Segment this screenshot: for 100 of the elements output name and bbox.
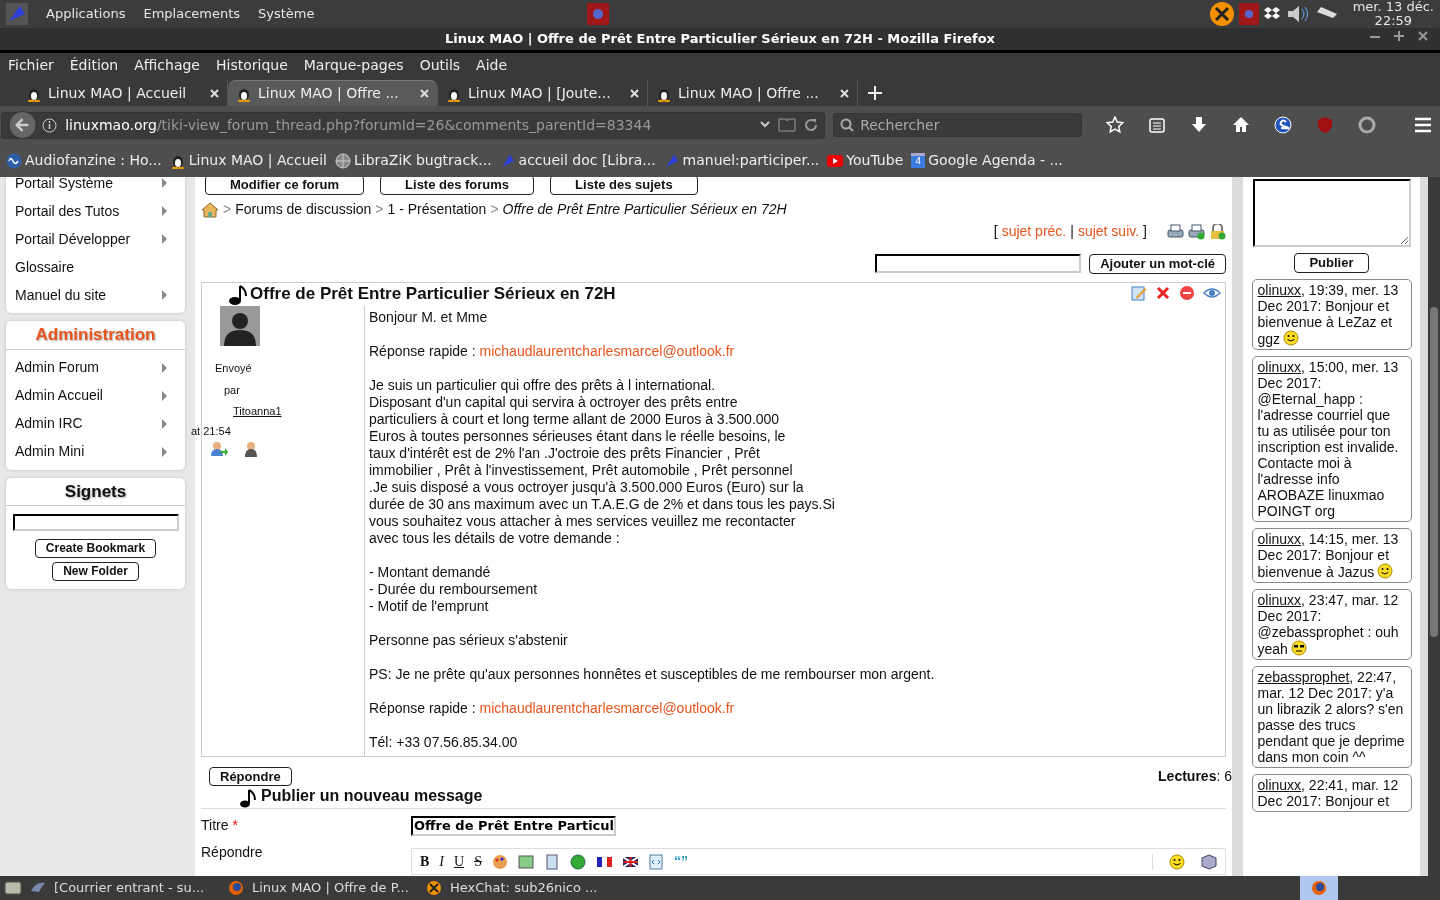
new-tab-icon[interactable] (868, 86, 882, 100)
shout-field[interactable] (1252, 179, 1411, 247)
sidebar-menu-item[interactable]: Manuel du site (6, 281, 185, 309)
forum-button[interactable]: Liste des forums (380, 177, 535, 195)
bookmark-item[interactable]: accueil doc [Libra... (499, 150, 656, 171)
search-field[interactable]: Rechercher (833, 113, 1082, 137)
author-link[interactable]: Titoanna1 (233, 403, 282, 420)
sidebar-menu-item[interactable]: Admin Forum (6, 353, 185, 382)
scrollbar[interactable] (1428, 177, 1440, 876)
ring-icon[interactable] (1358, 116, 1376, 134)
lock-add-icon[interactable] (1209, 223, 1226, 240)
link-separator: | (1070, 222, 1074, 241)
forum-button[interactable]: Liste des sujets (550, 177, 698, 195)
globe-icon (334, 152, 351, 169)
taskbar-launcher[interactable] (1300, 876, 1338, 900)
cube-icon[interactable] (1201, 853, 1217, 870)
palette-icon[interactable] (491, 853, 508, 870)
eye-icon[interactable] (1203, 285, 1221, 301)
bookmark-item[interactable]: Linux MAO | Accueil (169, 150, 327, 171)
printer-icon[interactable] (1167, 223, 1184, 240)
bookmark-item[interactable]: LibraZiK bugtrack... (334, 150, 492, 171)
printer-add-icon[interactable] (1188, 223, 1205, 240)
message-paragraph: Personne pas sérieux s'abstenir (369, 632, 569, 649)
email-link[interactable]: michaudlaurentcharlesmarcel@outlook.fr (479, 343, 735, 359)
user-arrow-icon[interactable] (210, 441, 228, 457)
back-icon[interactable] (8, 110, 38, 140)
s-logo-icon[interactable] (1274, 116, 1292, 134)
message-paragraph: Tél: +33 07.56.85.34.00 (369, 734, 519, 751)
menu-item[interactable]: Outils (419, 55, 461, 76)
delete-icon[interactable] (1155, 285, 1171, 301)
sidebar-menu-item[interactable]: Admin Accueil (6, 381, 185, 410)
format-button[interactable]: S (474, 851, 482, 872)
document-link-icon[interactable] (543, 853, 560, 870)
sidebar-menu-item[interactable]: Admin IRC (6, 409, 185, 438)
format-button[interactable]: B (420, 851, 430, 872)
panel-menu[interactable]: Emplacements (143, 4, 241, 24)
taskbar-item[interactable]: Linux MAO | Offre de P... (228, 878, 418, 898)
maximize-icon[interactable] (1394, 30, 1404, 42)
menu-item[interactable]: Édition (69, 55, 119, 76)
menu-icon[interactable] (1414, 117, 1432, 133)
bookmark-button[interactable]: New Folder (52, 562, 139, 581)
menu-item[interactable]: Aide (476, 55, 508, 76)
format-button[interactable]: U (454, 851, 465, 872)
breadcrumb-separator: > (490, 200, 499, 219)
image-icon[interactable] (517, 853, 534, 870)
menu-item[interactable]: Fichier (8, 55, 54, 76)
bookmark-item[interactable]: Audiofanzine : Ho... (6, 150, 162, 171)
globe-link-icon[interactable] (569, 853, 586, 870)
bookmark-name-field[interactable] (12, 514, 179, 531)
browser-tab[interactable]: Linux MAO | Offre ... (228, 80, 438, 106)
menu-item[interactable]: Marque-pages (303, 55, 404, 76)
sidebar-menu-item[interactable]: Portail Système (6, 177, 185, 197)
forum-button[interactable]: Modifier ce forum (205, 177, 365, 195)
home-icon[interactable] (201, 201, 219, 218)
address-field[interactable]: linuxmao.org/tiki-view_forum_thread.php?forumId=26&comments_parentId=83344 (1, 111, 826, 139)
format-button[interactable]: I (439, 851, 444, 872)
panel-menu[interactable]: Applications (46, 4, 126, 24)
code-icon[interactable] (647, 853, 664, 870)
bookmark-button[interactable]: Create Bookmark (34, 539, 157, 558)
sidebar-menu-item[interactable]: Portail des Tutos (6, 197, 185, 225)
download-icon[interactable] (1190, 116, 1208, 134)
keyword-field[interactable] (875, 254, 1082, 273)
smiley-icon[interactable] (1169, 853, 1185, 870)
breadcrumb-link[interactable]: 1 - Présentation (387, 199, 487, 220)
reader-view-icon[interactable] (778, 118, 797, 132)
add-keyword-button[interactable]: Ajouter un mot-clé (1089, 254, 1226, 274)
show-desktop-icon[interactable] (4, 881, 22, 895)
panel-menu[interactable]: Système (258, 4, 315, 24)
taskbar-item[interactable]: [Courrier entrant - su... (30, 878, 220, 898)
taskbar-item[interactable]: HexChat: sub26nico ... (426, 878, 616, 898)
dropdown-icon[interactable] (760, 121, 771, 129)
title-field[interactable]: Offre de Prêt Entre Particul (411, 815, 616, 836)
reply-button[interactable]: Répondre (209, 767, 292, 786)
bookmark-item[interactable]: 4 Google Agenda - ... (911, 150, 1063, 171)
email-link[interactable]: michaudlaurentcharlesmarcel@outlook.fr (479, 700, 735, 716)
topic-nav-link[interactable]: sujet suiv. (1077, 221, 1140, 242)
breadcrumb-current: Offre de Prêt Entre Particulier Sérieux en 72H (502, 200, 787, 219)
panel-clock[interactable]: mer. 13 déc. 22:59 (1352, 0, 1434, 28)
topic-nav-link[interactable]: sujet préc. (1001, 221, 1067, 242)
bookmark-star-icon[interactable] (1106, 116, 1124, 134)
breadcrumb-link[interactable]: Forums de discussion (235, 199, 372, 220)
info-icon[interactable] (42, 117, 58, 133)
bookmark-item[interactable]: manuel:participer... (663, 150, 820, 171)
reload-icon[interactable] (804, 118, 819, 132)
breadcrumb-separator: > (375, 200, 384, 219)
bookmark-item[interactable]: YouTube (827, 150, 904, 171)
menu-item[interactable]: Affichage (134, 55, 200, 76)
close-icon[interactable] (1418, 30, 1428, 42)
user-icon[interactable] (244, 441, 258, 457)
sidebar-menu-item[interactable]: Admin Mini (6, 437, 185, 466)
menu-item[interactable]: Historique (216, 55, 288, 76)
hexchat-icon[interactable] (1208, 1, 1235, 27)
shout-message: zebassprophet, 22:47, mar. 12 Dec 2017: y'a un librazik 2 alors? s'en passe des trucs pendant que je deprime dans mon coin ^^ (1251, 666, 1412, 768)
remove-icon[interactable] (1179, 285, 1195, 301)
home-icon[interactable] (1232, 116, 1250, 134)
dropbox-icon[interactable] (1262, 6, 1281, 22)
sidebar-menu-item[interactable]: Portail Développer (6, 225, 185, 253)
sidebar-menu-item[interactable]: Glossaire (6, 253, 185, 281)
clipboard-list-icon[interactable] (1148, 116, 1166, 134)
publish-button[interactable]: Publier (1294, 253, 1369, 273)
